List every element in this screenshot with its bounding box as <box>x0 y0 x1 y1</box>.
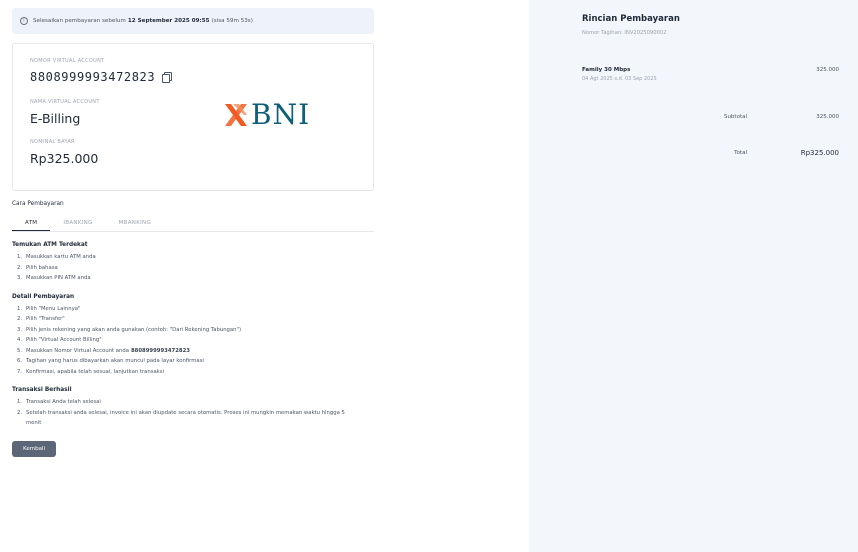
va-amount: Rp325.000 <box>30 151 99 166</box>
invoice-number: Nomor Tagihan: INV2025090002 <box>582 30 667 36</box>
list-item: 2. Pilih bahasa <box>17 264 58 271</box>
list-item: 3. Masukkan PIN ATM anda <box>17 275 91 281</box>
list-item: 6. Tagihan yang harus dibayarkan akan mun… <box>17 358 204 364</box>
list-item: 1. Transaksi Anda telah selesai <box>17 399 101 405</box>
summary-title: Rincian Pembayaran <box>582 14 680 24</box>
step-group-atm: Temukan ATM Terdekat 1. Masukkan kartu AT… <box>12 242 374 284</box>
list-item: 5. Masukkan Nomor Virtual Account anda 880… <box>17 347 190 354</box>
list-item: 1. Pilih "Menu Lainnya" <box>17 305 81 312</box>
deadline-notice: i Selesaikan pembayaran sebelum 12 Septe… <box>12 8 374 34</box>
total-label: Total <box>734 150 747 156</box>
info-icon: i <box>20 17 28 25</box>
bni-logo-text: BNI <box>251 98 311 131</box>
bni-logo: BNI <box>225 98 310 131</box>
notice-prefix: Selesaikan pembayaran sebelum <box>33 18 126 24</box>
back-button[interactable]: Kembali <box>12 440 56 457</box>
step-group-detail: Detail Pembayaran 1. Pilih "Menu Lainnya"… <box>12 294 374 378</box>
list-item: 3. Pilih jenis rekening yang akan anda gu… <box>17 326 242 333</box>
group-title: Transaksi Berhasil <box>12 387 72 393</box>
va-number-label: NOMOR VIRTUAL ACCOUNT <box>30 58 105 64</box>
item-period: 04 Agt 2025 s.d. 03 Sep 2025 <box>582 76 657 82</box>
va-number-row: 8808999993472823 <box>30 70 356 84</box>
step-list: 1. Pilih "Menu Lainnya" 2. Pilih "Transfer… <box>12 304 374 378</box>
virtual-account-card: NOMOR VIRTUAL ACCOUNT 8808999993472823 N… <box>12 43 374 191</box>
payment-summary-panel: Rincian Pembayaran Nomor Tagihan: INV202… <box>529 0 858 552</box>
tab-atm[interactable]: ATM <box>12 215 51 231</box>
payment-method-tabs: ATM IBANKING MBANKING <box>12 215 374 232</box>
list-item: 1. Masukkan kartu ATM anda <box>17 254 96 260</box>
total-value: Rp325.000 <box>800 149 839 157</box>
step-list: 1. Transaksi Anda telah selesai 2. Setelah… <box>12 397 374 429</box>
item-name: Family 30 Mbps <box>582 67 631 73</box>
list-item: 2. Setelah transaksi anda selesai, invoic… <box>17 409 345 427</box>
payment-main: i Selesaikan pembayaran sebelum 12 Septe… <box>12 8 374 457</box>
step-list: 1. Masukkan kartu ATM anda 2. Pilih bahasa… <box>12 252 374 284</box>
va-number: 8808999993472823 <box>30 70 156 84</box>
group-title: Temukan ATM Terdekat <box>12 242 88 248</box>
list-item: 7. Konfirmasi, apabila telah sesuai, lanj… <box>17 368 165 375</box>
copy-icon[interactable] <box>162 72 173 83</box>
payment-method-title: Cara Pembayaran <box>12 201 64 207</box>
group-title: Detail Pembayaran <box>12 293 75 300</box>
subtotal-value: 325.000 <box>816 114 839 120</box>
notice-deadline: 12 September 2025 09:55 <box>127 18 210 24</box>
tab-mbanking[interactable]: MBANKING <box>106 215 164 231</box>
list-item: 4. Pilih "Virtual Account Billing" <box>17 337 102 343</box>
item-price: 325.000 <box>816 67 839 73</box>
step-group-success: Transaksi Berhasil 1. Transaksi Anda tela… <box>12 387 374 429</box>
va-amount-label: NOMINAL BAYAR <box>30 139 75 145</box>
bni-logo-mark-icon <box>225 103 247 126</box>
notice-remaining: (sisa 59m 53s) <box>211 18 253 24</box>
list-item: 2. Pilih "Transfer" <box>17 316 65 322</box>
subtotal-label: Subtotal <box>723 114 747 120</box>
tab-ibanking[interactable]: IBANKING <box>50 215 105 231</box>
